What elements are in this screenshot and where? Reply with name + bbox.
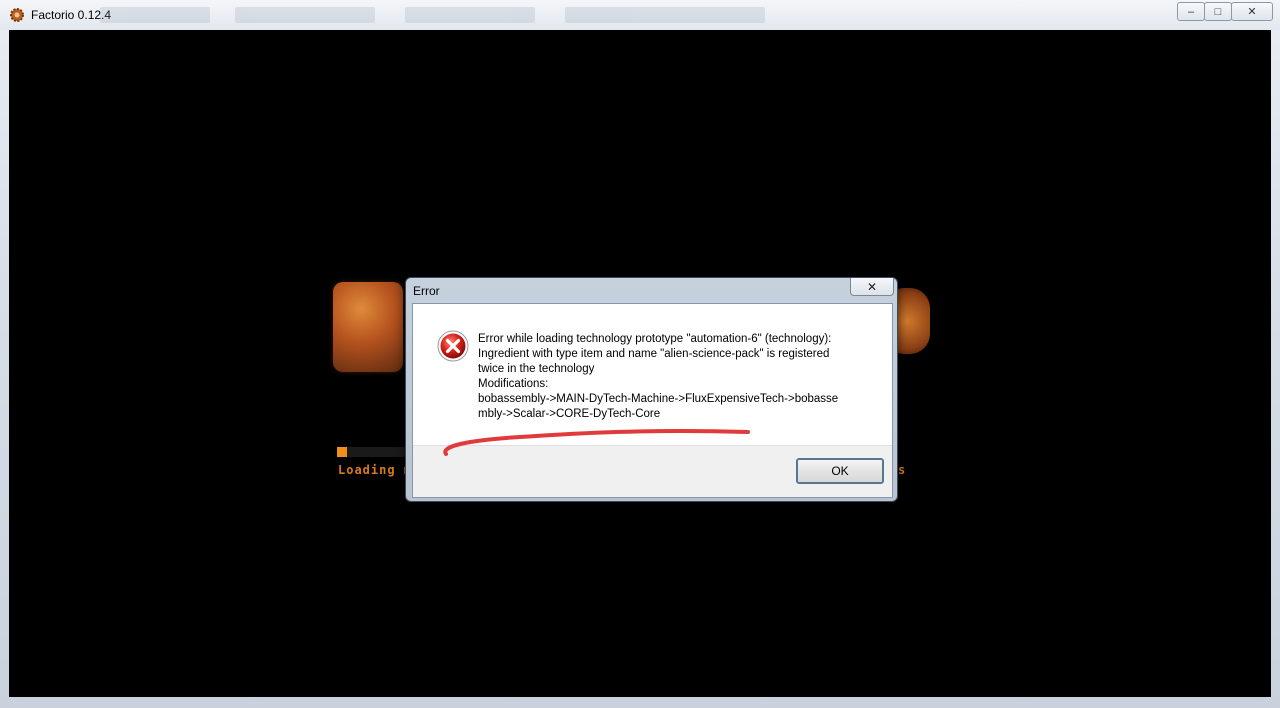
red-annotation-scribble	[443, 428, 750, 456]
app-window: Factorio 0.12.4 – □ ✕ Loading m s Error …	[0, 0, 1280, 708]
